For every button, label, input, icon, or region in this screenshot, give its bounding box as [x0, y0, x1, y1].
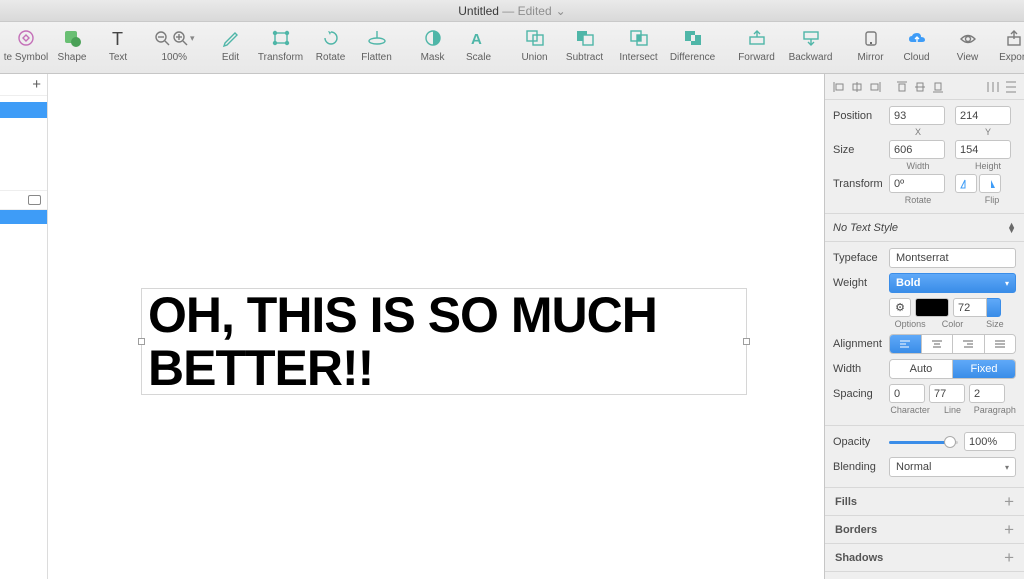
- opacity-input[interactable]: 100%: [964, 432, 1016, 451]
- zoom-level: 100%: [161, 52, 187, 63]
- subtract-tool[interactable]: Subtract: [561, 26, 609, 63]
- zoom-out-icon[interactable]: [154, 30, 170, 46]
- flatten-tool[interactable]: Flatten: [357, 26, 397, 63]
- left-panel: +: [0, 74, 48, 579]
- fills-section-header[interactable]: Fills+: [825, 488, 1024, 516]
- plus-icon: +: [32, 76, 41, 93]
- transform-tool[interactable]: Transform: [257, 26, 305, 63]
- export-tool[interactable]: Export: [999, 26, 1024, 63]
- scale-tool[interactable]: A Scale: [459, 26, 499, 63]
- weight-select[interactable]: Bold▾: [889, 273, 1016, 293]
- svg-text:T: T: [112, 29, 123, 48]
- height-input[interactable]: 154: [955, 140, 1011, 159]
- artboard-toggle[interactable]: [0, 190, 47, 210]
- align-hcenter-icon[interactable]: [849, 79, 864, 95]
- zoom-in-icon[interactable]: [172, 30, 188, 46]
- line-spacing-input[interactable]: 77: [929, 384, 965, 403]
- window-titlebar: Untitled — Edited ⌄: [0, 0, 1024, 22]
- transform-label: Transform: [833, 178, 889, 190]
- typeface-select[interactable]: Montserrat: [889, 248, 1016, 268]
- appearance-section: Opacity 100% Blending Normal▾: [825, 426, 1024, 488]
- artboard-item-selected[interactable]: [0, 210, 47, 224]
- distribute-h-icon[interactable]: [985, 79, 1000, 95]
- text-color-swatch[interactable]: [915, 298, 949, 317]
- borders-section-header[interactable]: Borders+: [825, 516, 1024, 544]
- width-input[interactable]: 606: [889, 140, 945, 159]
- width-fixed-option[interactable]: Fixed: [953, 360, 1015, 378]
- align-right-icon[interactable]: [867, 79, 882, 95]
- intersect-tool[interactable]: Intersect: [615, 26, 663, 63]
- flip-horizontal-button[interactable]: [955, 174, 977, 193]
- add-border-icon: +: [1004, 520, 1014, 540]
- svg-text:A: A: [471, 31, 482, 48]
- artboard-icon: [28, 195, 41, 205]
- union-tool[interactable]: Union: [515, 26, 555, 63]
- align-center-option[interactable]: [922, 335, 954, 353]
- position-y-input[interactable]: 214: [955, 106, 1011, 125]
- flip-vertical-button[interactable]: [979, 174, 1001, 193]
- align-vcenter-icon[interactable]: [912, 79, 927, 95]
- mirror-tool[interactable]: Mirror: [851, 26, 891, 63]
- layer-item-selected[interactable]: [0, 102, 47, 118]
- font-size-input[interactable]: 72: [953, 298, 1001, 317]
- alignment-bar: [825, 74, 1024, 100]
- add-page-button[interactable]: +: [0, 74, 47, 96]
- align-justify-option[interactable]: [985, 335, 1016, 353]
- resize-handle-left[interactable]: [138, 338, 145, 345]
- updown-icon: ▲▼: [1007, 223, 1016, 233]
- shape-tool[interactable]: Shape: [52, 26, 92, 63]
- text-tool[interactable]: T Text: [98, 26, 138, 63]
- text-style-dropdown[interactable]: No Text Style ▲▼: [825, 214, 1024, 242]
- add-fill-icon: +: [1004, 492, 1014, 512]
- backward-tool[interactable]: Backward: [787, 26, 835, 63]
- opacity-slider[interactable]: [889, 434, 958, 450]
- align-left-option[interactable]: [890, 335, 922, 353]
- text-layer-content[interactable]: OH, THIS IS SO MUCH BETTER!!: [148, 289, 740, 394]
- zoom-control[interactable]: ▾ 100%: [154, 26, 195, 63]
- align-top-icon[interactable]: [894, 79, 909, 95]
- main-toolbar: te Symbol Shape T Text ▾ 100% Edit Trans…: [0, 22, 1024, 74]
- position-x-input[interactable]: 93: [889, 106, 945, 125]
- distribute-v-icon[interactable]: [1003, 79, 1018, 95]
- cloud-tool[interactable]: Cloud: [897, 26, 937, 63]
- align-right-option[interactable]: [953, 335, 985, 353]
- size-label: Size: [833, 144, 889, 156]
- blending-select[interactable]: Normal▾: [889, 457, 1016, 477]
- edited-indicator: — Edited: [502, 4, 551, 18]
- shadows-section-header[interactable]: Shadows+: [825, 544, 1024, 572]
- text-align-segment[interactable]: [889, 334, 1016, 354]
- mask-tool[interactable]: Mask: [413, 26, 453, 63]
- size-stepper[interactable]: [987, 298, 1001, 317]
- title-dropdown-icon[interactable]: ⌄: [556, 4, 566, 18]
- resize-handle-right[interactable]: [743, 338, 750, 345]
- inspector: Position 93 214 XY Size 606 154 WidthHei…: [824, 74, 1024, 579]
- canvas[interactable]: OH, THIS IS SO MUCH BETTER!!: [48, 74, 824, 579]
- align-left-icon[interactable]: [831, 79, 846, 95]
- document-title: Untitled: [458, 4, 499, 18]
- geometry-section: Position 93 214 XY Size 606 154 WidthHei…: [825, 100, 1024, 214]
- width-auto-option[interactable]: Auto: [890, 360, 953, 378]
- difference-tool[interactable]: Difference: [669, 26, 717, 63]
- rotate-input[interactable]: 0º: [889, 174, 945, 193]
- forward-tool[interactable]: Forward: [733, 26, 781, 63]
- text-width-segment[interactable]: Auto Fixed: [889, 359, 1016, 379]
- para-spacing-input[interactable]: 2: [969, 384, 1005, 403]
- text-options-button[interactable]: ⚙: [889, 298, 911, 317]
- rotate-tool[interactable]: Rotate: [311, 26, 351, 63]
- align-bottom-icon[interactable]: [930, 79, 945, 95]
- create-symbol-tool[interactable]: te Symbol: [6, 26, 46, 63]
- typography-section: Typeface Montserrat Weight Bold▾ ⚙ 72 Op…: [825, 242, 1024, 426]
- text-layer-selection[interactable]: OH, THIS IS SO MUCH BETTER!!: [141, 288, 747, 395]
- position-label: Position: [833, 110, 889, 122]
- edit-tool[interactable]: Edit: [211, 26, 251, 63]
- view-tool[interactable]: View: [953, 26, 983, 63]
- gear-icon: ⚙: [895, 301, 905, 314]
- char-spacing-input[interactable]: 0: [889, 384, 925, 403]
- add-shadow-icon: +: [1004, 548, 1014, 568]
